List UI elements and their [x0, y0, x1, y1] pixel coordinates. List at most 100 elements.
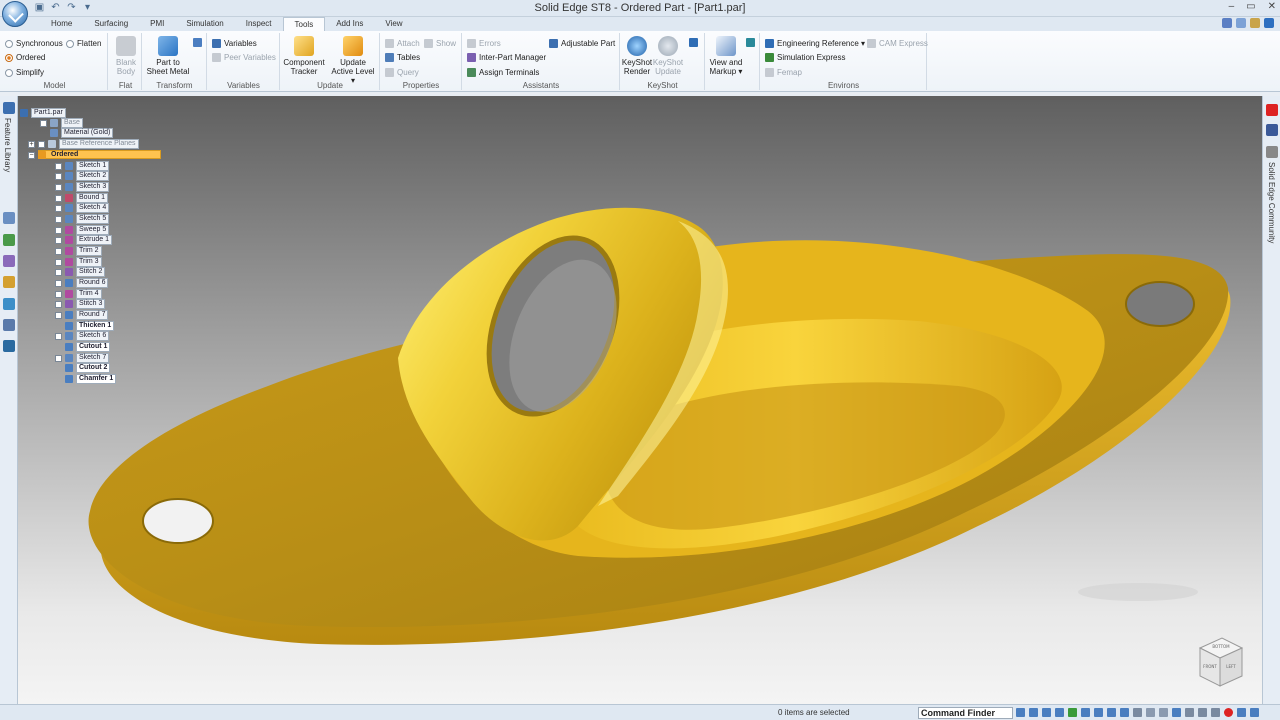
feature-library-tab[interactable]: Feature Library	[3, 118, 12, 172]
tree-checkbox[interactable]	[55, 300, 62, 308]
clipping-icon[interactable]	[1172, 708, 1181, 717]
tree-checkbox[interactable]	[55, 268, 62, 276]
shaded-icon[interactable]	[1133, 708, 1142, 717]
tree-checkbox[interactable]	[55, 162, 62, 170]
femap-button[interactable]: Femap	[765, 68, 802, 77]
family-of-parts-icon[interactable]	[3, 255, 15, 267]
spin-about-icon[interactable]	[1081, 708, 1090, 717]
tree-feature-item[interactable]: Trim 2	[55, 246, 102, 256]
view-cube[interactable]: BOTTOM FRONT LEFT	[1192, 634, 1248, 690]
tree-feature-item[interactable]: Extrude 1	[55, 235, 112, 245]
part-model[interactable]	[18, 96, 1262, 704]
zoom-icon[interactable]	[1029, 708, 1038, 717]
tree-feature-item[interactable]: Sketch 3	[55, 182, 110, 192]
cam-express-button[interactable]: CAM Express	[867, 39, 928, 48]
show-button[interactable]: Show	[424, 39, 456, 48]
tree-feature-item[interactable]: Stitch 2	[55, 267, 106, 277]
tree-feature-item[interactable]: Round 6	[55, 278, 109, 288]
tree-checkbox[interactable]	[55, 354, 62, 362]
tree-feature-item[interactable]: Round 7	[55, 310, 109, 320]
rotate-icon[interactable]	[1068, 708, 1077, 717]
tree-checkbox[interactable]	[38, 140, 45, 148]
tree-checkbox[interactable]	[55, 311, 62, 319]
pan-icon[interactable]	[1055, 708, 1064, 717]
grid-icon[interactable]	[1211, 708, 1220, 717]
sensors-icon[interactable]	[3, 276, 15, 288]
simplify-option[interactable]: Simplify	[5, 68, 44, 77]
tree-feature-item[interactable]: Sweep 5	[55, 225, 110, 235]
tree-expand-icon[interactable]: +	[28, 140, 35, 148]
feature-library-icon[interactable]	[3, 102, 15, 114]
tree-feature-item[interactable]: Chamfer 1	[65, 374, 117, 384]
slider-icon[interactable]	[1185, 708, 1194, 717]
view-and-markup-button[interactable]: View and Markup ▾	[706, 36, 746, 76]
peer-variables-button[interactable]: Peer Variables	[212, 53, 276, 62]
tree-checkbox[interactable]	[55, 226, 62, 234]
keyshot-render-button[interactable]: KeyShot Render	[621, 36, 653, 76]
update-active-level-button[interactable]: Update Active Level ▾	[329, 36, 377, 85]
markup-small-icon[interactable]	[746, 38, 755, 47]
tree-root[interactable]: Part1.par	[20, 108, 66, 118]
tree-ordered[interactable]: − Ordered	[28, 150, 80, 160]
tree-checkbox[interactable]	[55, 279, 62, 287]
saved-views-icon[interactable]	[1107, 708, 1116, 717]
tree-checkbox[interactable]	[55, 194, 62, 202]
inter-part-manager-button[interactable]: Inter-Part Manager	[467, 53, 546, 62]
tree-checkbox[interactable]	[55, 183, 62, 191]
perspective-icon[interactable]	[1159, 708, 1168, 717]
tree-checkbox[interactable]	[40, 119, 47, 127]
blank-body-button[interactable]: Blank Body	[112, 36, 140, 76]
command-finder-input[interactable]: Command Finder	[918, 707, 1013, 719]
tree-base[interactable]: Base	[40, 118, 83, 128]
tree-feature-item[interactable]: Cutout 2	[65, 363, 111, 373]
tree-checkbox[interactable]	[55, 290, 62, 298]
tree-feature-item[interactable]: Sketch 5	[55, 214, 110, 224]
facebook-icon[interactable]	[1266, 124, 1278, 136]
zoom-area-icon[interactable]	[1016, 708, 1025, 717]
view-manager-icon[interactable]	[3, 298, 15, 310]
ordered-radio[interactable]	[5, 53, 13, 62]
full-screen-icon[interactable]	[1237, 708, 1246, 717]
help-question-icon[interactable]	[1250, 18, 1260, 28]
record-icon[interactable]	[1224, 708, 1233, 717]
tab-simulation[interactable]: Simulation	[175, 17, 234, 31]
tables-button[interactable]: Tables	[385, 53, 420, 62]
tree-feature-item[interactable]: Trim 4	[55, 289, 102, 299]
tab-view[interactable]: View	[374, 17, 413, 31]
engineering-reference-button[interactable]: Engineering Reference ▾	[765, 39, 865, 48]
tree-checkbox[interactable]	[55, 215, 62, 223]
variables-button[interactable]: Variables	[212, 39, 257, 48]
tree-collapse-icon[interactable]: −	[28, 151, 35, 159]
synchronous-radio[interactable]	[5, 39, 13, 48]
tab-add-ins[interactable]: Add Ins	[325, 17, 374, 31]
attach-button[interactable]: Attach	[385, 39, 420, 48]
flatten-radio[interactable]	[66, 39, 74, 48]
graphics-viewport[interactable]	[18, 96, 1262, 704]
tab-tools[interactable]: Tools	[282, 17, 326, 31]
help-search-icon[interactable]	[1222, 18, 1232, 28]
parts-library-icon[interactable]	[3, 319, 15, 331]
layers-icon[interactable]	[3, 212, 15, 224]
tree-material[interactable]: Material (Gold)	[50, 128, 114, 138]
assign-terminals-button[interactable]: Assign Terminals	[467, 68, 539, 77]
query-button[interactable]: Query	[385, 68, 419, 77]
sketch-view-icon[interactable]	[1094, 708, 1103, 717]
tree-checkbox[interactable]	[55, 247, 62, 255]
tree-feature-item[interactable]: Sketch 2	[55, 171, 110, 181]
tree-feature-item[interactable]: Bound 1	[55, 193, 109, 203]
tree-feature-item[interactable]: Sketch 1	[55, 161, 110, 171]
tree-checkbox[interactable]	[55, 332, 62, 340]
errors-button[interactable]: Errors	[467, 39, 501, 48]
engineering-icon[interactable]	[3, 340, 15, 352]
tree-feature-item[interactable]: Stitch 3	[55, 299, 106, 309]
application-button[interactable]	[2, 1, 28, 27]
tree-feature-item[interactable]: Cutout 1	[65, 342, 111, 352]
help-info-icon[interactable]	[1264, 18, 1274, 28]
synchronous-option[interactable]: Synchronous	[5, 39, 63, 48]
simplify-radio[interactable]	[5, 68, 13, 77]
display-options-icon[interactable]	[1198, 708, 1207, 717]
tree-feature-item[interactable]: Sketch 7	[55, 353, 110, 363]
maximize-button[interactable]: ▭	[1246, 0, 1255, 14]
minimize-button[interactable]: –	[1229, 0, 1235, 14]
solid-edge-community-tab[interactable]: Solid Edge Community	[1267, 162, 1276, 243]
